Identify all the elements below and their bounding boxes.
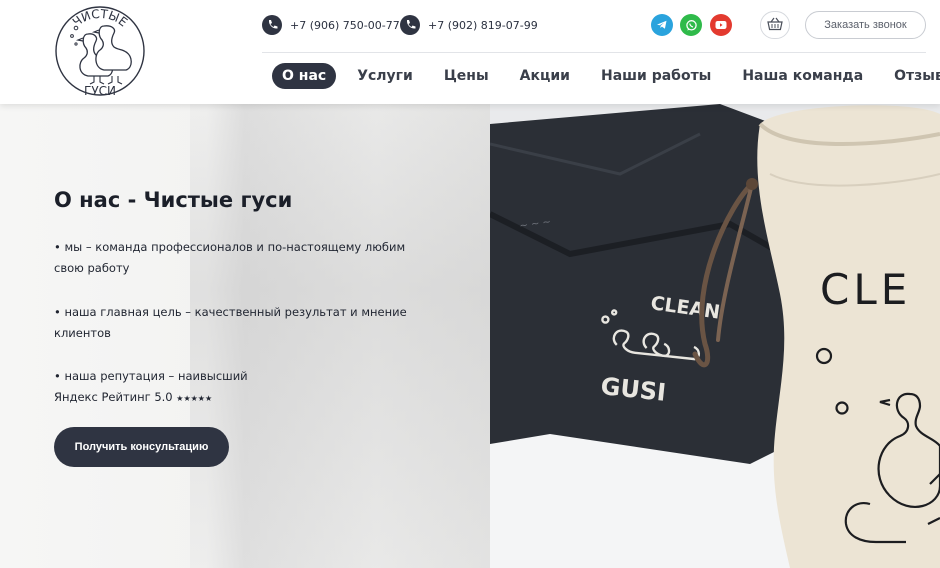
callback-button[interactable]: Заказать звонок — [805, 11, 926, 39]
header-divider — [262, 52, 926, 53]
nav-item-prices[interactable]: Цены — [434, 63, 499, 89]
rating-stars-icon: ★★★★★ — [176, 394, 213, 403]
phone-icon — [262, 15, 282, 35]
nav-item-about[interactable]: О нас — [272, 63, 337, 89]
page-title: О нас - Чистые гуси — [54, 188, 293, 212]
logo[interactable]: ЧИСТЫЕ ГУСИ — [52, 2, 148, 100]
hero-section: CLEAN GUSI ~ ~ ~ CLE О нас - Чистые гуси… — [0, 104, 940, 568]
about-bullet-reputation-text: • наша репутация – наивысший — [54, 369, 248, 383]
nav-item-team[interactable]: Наша команда — [732, 63, 873, 89]
get-consultation-button[interactable]: Получить консультацию — [54, 427, 229, 467]
nav-item-works[interactable]: Наши работы — [591, 63, 721, 89]
rating-text: Яндекс Рейтинг 5.0 — [54, 390, 173, 404]
rating-line: Яндекс Рейтинг 5.0 ★★★★★ — [54, 387, 414, 409]
about-bullet-goal: • наша главная цель – качественный резул… — [54, 305, 407, 340]
svg-text:CLE: CLE — [820, 265, 911, 314]
phone-1[interactable]: +7 (906) 750-00-77 — [262, 14, 400, 36]
about-bullet-reputation: • наша репутация – наивысший Яндекс Рейт… — [54, 366, 414, 409]
nav-item-services[interactable]: Услуги — [347, 63, 423, 89]
hero-photo: CLEAN GUSI ~ ~ ~ CLE — [488, 104, 940, 568]
svg-text:ГУСИ: ГУСИ — [84, 84, 116, 98]
cart-button[interactable] — [760, 11, 790, 39]
svg-text:ЧИСТЫЕ: ЧИСТЫЕ — [70, 7, 130, 30]
telegram-icon[interactable] — [651, 14, 673, 36]
basket-icon — [767, 16, 783, 35]
phone-icon — [400, 15, 420, 35]
youtube-icon[interactable] — [710, 14, 732, 36]
phone-2-number: +7 (902) 819-07-99 — [428, 18, 538, 32]
main-nav: О нас Услуги Цены Акции Наши работы Наша… — [272, 63, 940, 89]
about-bullet-team: • мы – команда профессионалов и по-насто… — [54, 240, 406, 275]
whatsapp-icon[interactable] — [680, 14, 702, 36]
site-header: ЧИСТЫЕ ГУСИ +7 (906) 750-00-77 +7 (902) … — [0, 0, 940, 104]
nav-item-reviews[interactable]: Отзывы — [884, 63, 940, 89]
phone-1-number: +7 (906) 750-00-77 — [290, 18, 400, 32]
phone-2[interactable]: +7 (902) 819-07-99 — [400, 14, 538, 36]
nav-item-promotions[interactable]: Акции — [510, 63, 580, 89]
